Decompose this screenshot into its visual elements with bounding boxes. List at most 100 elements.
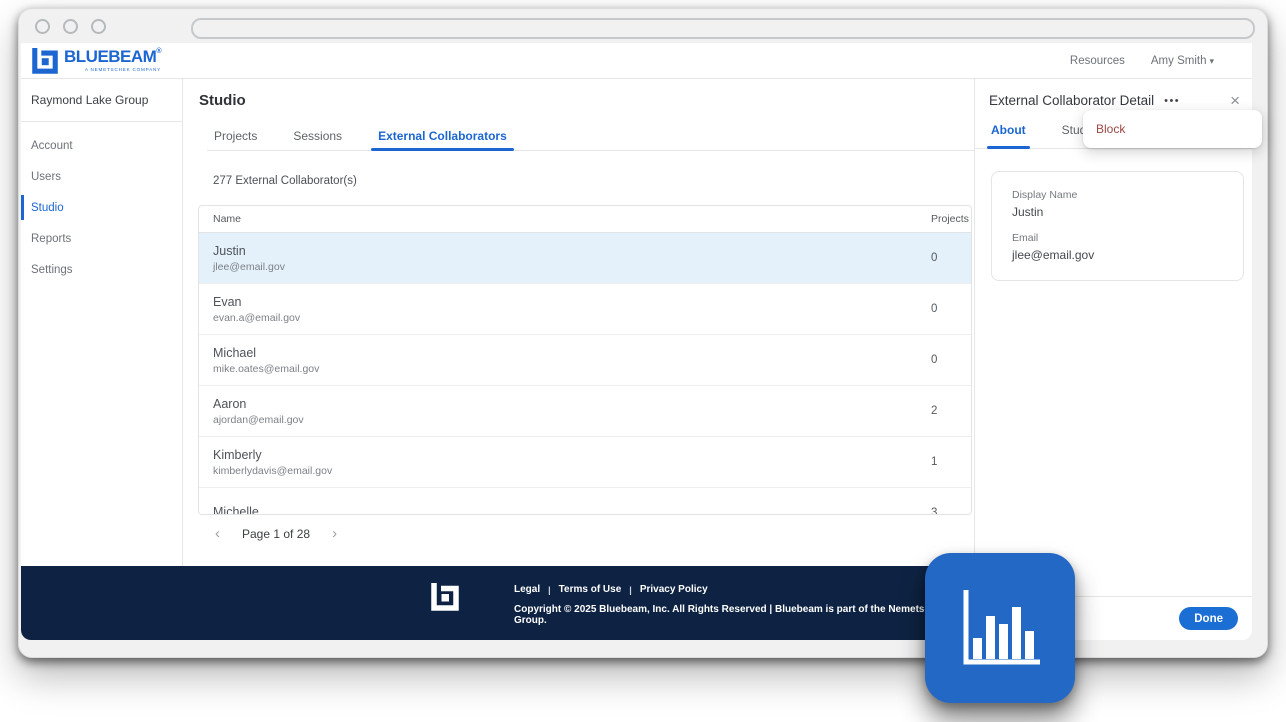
user-menu[interactable]: Amy Smith▾ <box>1151 55 1214 67</box>
table-row[interactable]: Kimberly kimberlydavis@email.gov 1 <box>199 437 971 488</box>
done-button[interactable]: Done <box>1179 607 1238 630</box>
collaborator-email: evan.a@email.gov <box>213 312 931 324</box>
tab-external-collaborators[interactable]: External Collaborators <box>371 129 514 150</box>
app-footer: Legal | Terms of Use | Privacy Policy Co… <box>21 566 974 640</box>
panel-spacer <box>975 281 1252 596</box>
window-close-icon[interactable] <box>35 19 50 34</box>
footer-text: Legal | Terms of Use | Privacy Policy Co… <box>514 584 974 626</box>
page-title: Studio <box>199 92 974 109</box>
app-root: BLUEBEAM® A NEMETSCHEK COMPANY Resources… <box>21 43 1252 640</box>
brand-name: BLUEBEAM <box>64 47 156 66</box>
table-row[interactable]: Michael mike.oates@email.gov 0 <box>199 335 971 386</box>
sidebar-item-account[interactable]: Account <box>21 130 182 161</box>
table-row[interactable]: Michelle 3 <box>199 488 971 515</box>
pagination: ‹ Page 1 of 28 › <box>215 526 974 541</box>
window-minimize-icon[interactable] <box>63 19 78 34</box>
sidebar-item-users[interactable]: Users <box>21 161 182 192</box>
browser-window: BLUEBEAM® A NEMETSCHEK COMPANY Resources… <box>18 8 1268 658</box>
table-row[interactable]: Justin jlee@email.gov 0 <box>199 233 971 284</box>
panel-tab-about[interactable]: About <box>989 123 1028 148</box>
footer-link-terms[interactable]: Terms of Use <box>559 584 622 595</box>
sidebar-nav: Account Users Studio Reports Settings <box>21 122 182 285</box>
bluebeam-logo: BLUEBEAM® A NEMETSCHEK COMPANY <box>32 48 161 74</box>
field-value: Justin <box>1012 205 1223 219</box>
table-row[interactable]: Evan evan.a@email.gov 0 <box>199 284 971 335</box>
bluebeam-wordmark: BLUEBEAM® A NEMETSCHEK COMPANY <box>64 48 161 73</box>
bar-chart-icon <box>952 580 1048 676</box>
ellipsis-menu-icon[interactable]: ••• <box>1164 95 1180 107</box>
row-name-cell: Aaron ajordan@email.gov <box>213 397 931 426</box>
sidebar-item-studio[interactable]: Studio <box>21 192 182 223</box>
row-name-cell: Michael mike.oates@email.gov <box>213 346 931 375</box>
address-bar[interactable] <box>191 18 1255 39</box>
collaborator-name: Evan <box>213 295 931 309</box>
table-header: Name Projects <box>199 206 971 233</box>
collaborator-name: Justin <box>213 244 931 258</box>
column-header-name: Name <box>213 213 931 225</box>
row-name-cell: Michelle <box>213 505 931 516</box>
header-right: Resources Amy Smith▾ <box>1070 55 1252 67</box>
tab-projects[interactable]: Projects <box>207 129 264 150</box>
collaborators-table: Name Projects Justin jlee@email.gov 0 <box>198 205 972 515</box>
studio-tabs: Projects Sessions External Collaborators <box>207 129 974 151</box>
app-header: BLUEBEAM® A NEMETSCHEK COMPANY Resources… <box>21 43 1252 79</box>
resources-link[interactable]: Resources <box>1070 55 1125 67</box>
sidebar: Raymond Lake Group Account Users Studio … <box>21 79 183 566</box>
collaborator-projects: 0 <box>931 303 971 315</box>
field-label: Email <box>1012 232 1223 244</box>
collaborator-projects: 0 <box>931 252 971 264</box>
menu-item-block[interactable]: Block <box>1096 122 1125 136</box>
page-indicator: Page 1 of 28 <box>242 527 310 541</box>
field-value: jlee@email.gov <box>1012 248 1223 262</box>
row-name-cell: Evan evan.a@email.gov <box>213 295 931 324</box>
brand-trademark: ® <box>156 48 161 55</box>
window-maximize-icon[interactable] <box>91 19 106 34</box>
main-content: Studio Projects Sessions External Collab… <box>183 79 974 566</box>
org-name: Raymond Lake Group <box>21 93 182 121</box>
field-label: Display Name <box>1012 189 1223 201</box>
sidebar-item-reports[interactable]: Reports <box>21 223 182 254</box>
detail-panel-header: External Collaborator Detail ••• × <box>975 79 1252 109</box>
user-name: Amy Smith <box>1151 55 1207 67</box>
brand-subtitle: A NEMETSCHEK COMPANY <box>85 68 161 73</box>
collaborator-detail-card: Display Name Justin Email jlee@email.gov <box>991 171 1244 281</box>
collaborator-projects: 3 <box>931 507 971 515</box>
page-prev-button[interactable]: ‹ <box>215 526 220 541</box>
sidebar-item-settings[interactable]: Settings <box>21 254 182 285</box>
close-icon[interactable]: × <box>1230 92 1240 109</box>
row-name-cell: Kimberly kimberlydavis@email.gov <box>213 448 931 477</box>
collaborator-name: Kimberly <box>213 448 931 462</box>
collaborator-projects: 0 <box>931 354 971 366</box>
footer-copyright: Copyright © 2025 Bluebeam, Inc. All Righ… <box>514 604 974 626</box>
bluebeam-footer-logo-icon <box>431 583 459 616</box>
collaborator-name: Michelle <box>213 505 931 516</box>
collaborator-email: kimberlydavis@email.gov <box>213 465 931 477</box>
footer-link-legal[interactable]: Legal <box>514 584 540 595</box>
collaborator-email: ajordan@email.gov <box>213 414 931 426</box>
row-name-cell: Justin jlee@email.gov <box>213 244 931 273</box>
column-header-projects: Projects <box>931 213 971 225</box>
reports-tile[interactable] <box>925 553 1075 703</box>
field-email: Email jlee@email.gov <box>1012 232 1223 262</box>
collaborator-projects: 1 <box>931 456 971 468</box>
footer-link-privacy[interactable]: Privacy Policy <box>640 584 708 595</box>
collaborator-count: 277 External Collaborator(s) <box>213 175 974 187</box>
caret-down-icon: ▾ <box>1209 56 1214 66</box>
window-controls <box>35 19 106 34</box>
collaborator-name: Michael <box>213 346 931 360</box>
tab-sessions[interactable]: Sessions <box>286 129 349 150</box>
ellipsis-dropdown-menu: Block <box>1083 110 1262 148</box>
detail-panel-title: External Collaborator Detail <box>989 93 1154 108</box>
collaborator-email: mike.oates@email.gov <box>213 363 931 375</box>
page-next-button[interactable]: › <box>332 526 337 541</box>
footer-separator: | <box>629 585 632 595</box>
bluebeam-logo-icon <box>32 48 58 74</box>
footer-separator: | <box>548 585 551 595</box>
table-row[interactable]: Aaron ajordan@email.gov 2 <box>199 386 971 437</box>
collaborator-name: Aaron <box>213 397 931 411</box>
footer-links: Legal | Terms of Use | Privacy Policy <box>514 584 974 595</box>
browser-chrome <box>19 9 1267 43</box>
field-display-name: Display Name Justin <box>1012 189 1223 219</box>
collaborator-projects: 2 <box>931 405 971 417</box>
screenshot-stage: BLUEBEAM® A NEMETSCHEK COMPANY Resources… <box>0 0 1286 722</box>
